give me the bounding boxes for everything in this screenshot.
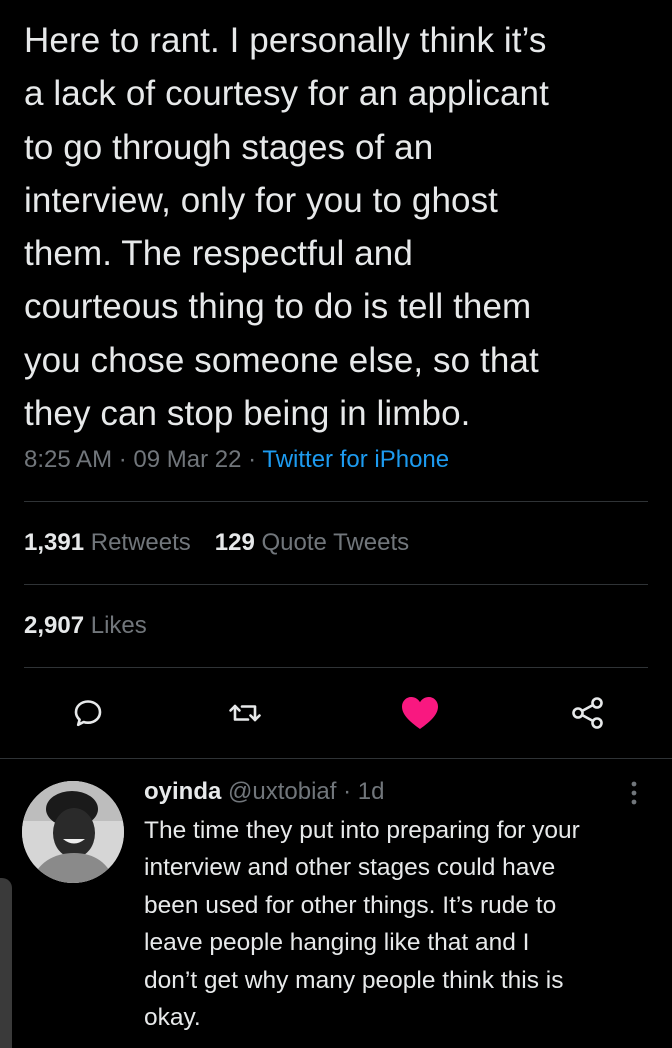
quotes-label: Quote Tweets [261, 529, 410, 556]
reply-icon [74, 700, 102, 727]
scroll-edge-handle[interactable] [0, 878, 12, 1048]
reply-button[interactable] [65, 690, 111, 736]
more-vertical-icon [631, 781, 637, 805]
quote-tweets-link[interactable]: 129 Quote Tweets [215, 529, 409, 556]
likes-link[interactable]: 2,907 Likes [24, 612, 147, 639]
reply-author-name[interactable]: oyinda [144, 778, 221, 805]
retweet-stats: 1,391 Retweets 129 Quote Tweets [24, 529, 409, 557]
retweet-icon [229, 704, 261, 722]
share-button[interactable] [565, 690, 611, 736]
heart-icon [402, 697, 438, 729]
tweet-text: Here to rant. I personally think it’s a … [24, 21, 549, 434]
likes-label: Likes [90, 612, 147, 639]
divider [0, 758, 672, 759]
avatar-photo [22, 781, 124, 883]
tweet-meta: 8:25 AM · 09 Mar 22 · Twitter for iPhone [24, 446, 449, 474]
likes-stats: 2,907 Likes [24, 612, 147, 640]
header-separator: · [343, 778, 352, 805]
reply-header: oyinda @uxtobiaf · 1d [144, 778, 384, 806]
quotes-count: 129 [214, 529, 255, 556]
tweet-time: 8:25 AM [24, 446, 113, 473]
meta-separator: · [248, 446, 257, 473]
tweet-actions [0, 690, 672, 736]
reply-text: The time they put into preparing for you… [144, 817, 580, 1032]
divider [24, 501, 648, 502]
tweet-date: 09 Mar 22 [133, 446, 242, 473]
meta-separator: · [118, 446, 127, 473]
share-icon [572, 697, 603, 729]
divider [24, 584, 648, 585]
retweet-button[interactable] [222, 690, 268, 736]
like-button[interactable] [397, 690, 443, 736]
likes-count: 2,907 [24, 612, 85, 639]
retweets-link[interactable]: 1,391 Retweets [24, 529, 191, 556]
avatar[interactable] [22, 781, 124, 883]
tweet-source-link[interactable]: Twitter for iPhone [262, 446, 449, 473]
reply-age: 1d [357, 778, 385, 805]
reply-author-handle[interactable]: @uxtobiaf [228, 778, 336, 805]
retweets-label: Retweets [90, 529, 191, 556]
more-options-button[interactable] [620, 778, 648, 808]
divider [24, 667, 648, 668]
retweets-count: 1,391 [24, 529, 85, 556]
